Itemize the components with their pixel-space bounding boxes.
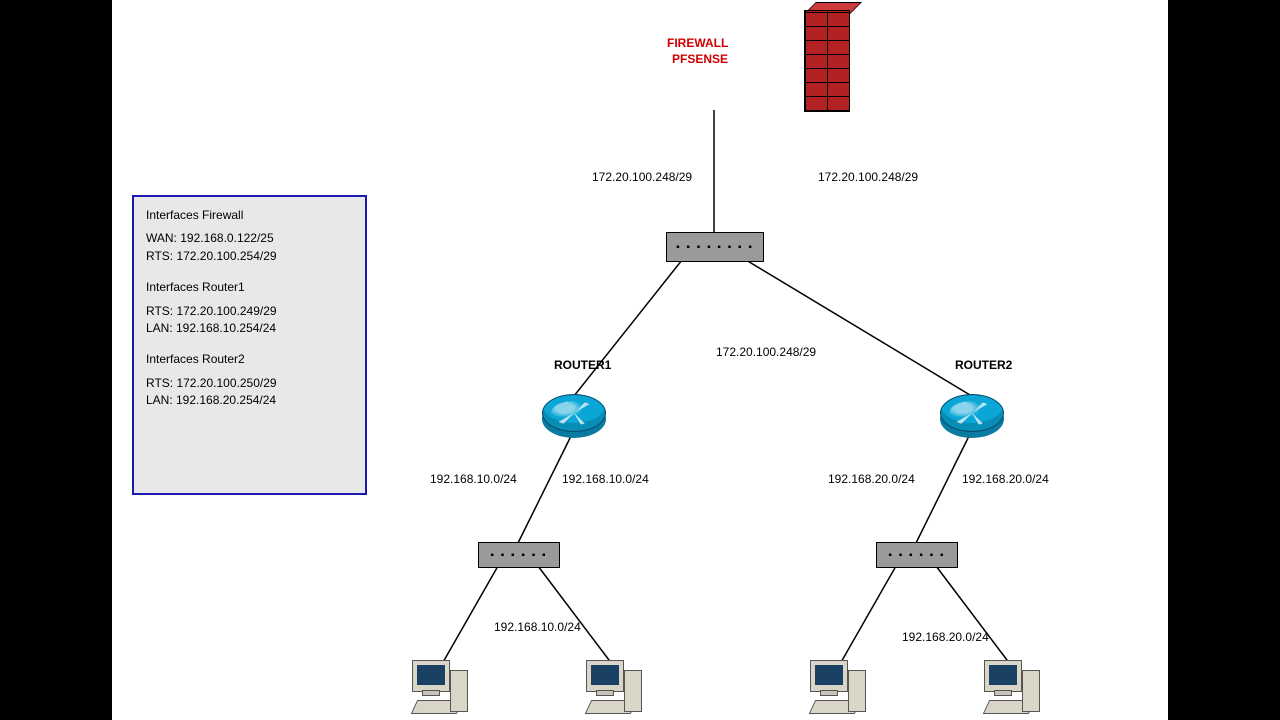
r1-pc-label: 192.168.10.0/24 [494,620,581,634]
r1-net-left: 192.168.10.0/24 [430,472,517,486]
switch2-icon: ▪ ▪ ▪ ▪ ▪ ▪ [876,542,958,568]
router2-label: ROUTER2 [955,358,1012,372]
r2-net-right: 192.168.20.0/24 [962,472,1049,486]
interfaces-info-box: Interfaces Firewall WAN: 192.168.0.122/2… [132,195,367,495]
r2-pc-label: 192.168.20.0/24 [902,630,989,644]
switch1-icon: ▪ ▪ ▪ ▪ ▪ ▪ [478,542,560,568]
firewall-label-2: PFSENSE [672,52,728,66]
diagram-canvas: FIREWALL PFSENSE 172.20.100.248/29 172.2… [112,0,1168,720]
pc-r2-b [984,660,1042,716]
info-r1-lan: LAN: 192.168.10.254/24 [146,320,353,337]
link-fw-left: 172.20.100.248/29 [592,170,692,184]
firewall-label-1: FIREWALL [667,36,728,50]
router2-icon [940,394,1004,432]
main-switch-icon: ▪ ▪ ▪ ▪ ▪ ▪ ▪ ▪ [666,232,764,262]
info-r2-lan: LAN: 192.168.20.254/24 [146,392,353,409]
router1-icon [542,394,606,432]
r2-net-left: 192.168.20.0/24 [828,472,915,486]
link-switch-routers: 172.20.100.248/29 [716,345,816,359]
pc-r1-b [586,660,644,716]
link-fw-right: 172.20.100.248/29 [818,170,918,184]
info-fw-wan: WAN: 192.168.0.122/25 [146,230,353,247]
firewall-icon [804,10,850,112]
info-h2: Interfaces Router1 [146,279,353,296]
r1-net-right: 192.168.10.0/24 [562,472,649,486]
info-fw-rts: RTS: 172.20.100.254/29 [146,248,353,265]
pc-r1-a [412,660,470,716]
info-h1: Interfaces Firewall [146,207,353,224]
info-h3: Interfaces Router2 [146,351,353,368]
info-r1-rts: RTS: 172.20.100.249/29 [146,303,353,320]
info-r2-rts: RTS: 172.20.100.250/29 [146,375,353,392]
router1-label: ROUTER1 [554,358,611,372]
pc-r2-a [810,660,868,716]
